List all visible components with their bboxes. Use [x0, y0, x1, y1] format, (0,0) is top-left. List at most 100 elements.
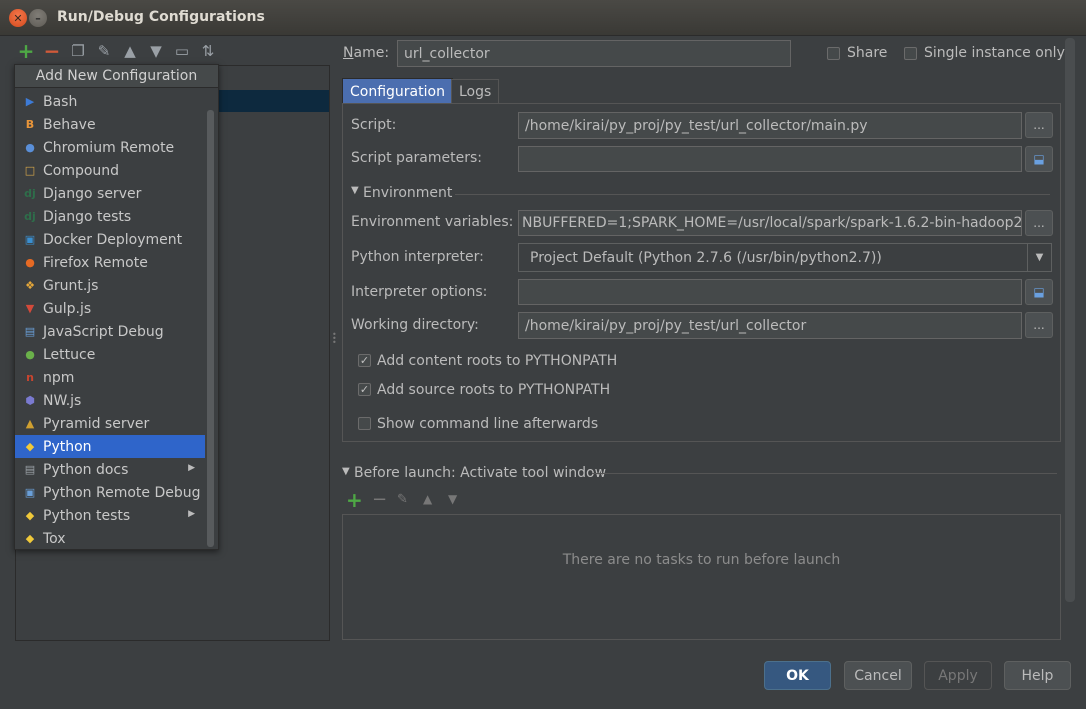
interpreter-options-label: Interpreter options:: [351, 284, 488, 300]
django-icon: dj: [24, 187, 36, 200]
popup-item-label: Python: [43, 438, 92, 455]
popup-item-python[interactable]: ◆ Python: [15, 435, 205, 458]
popup-item-label: Python Remote Debug: [43, 484, 201, 501]
cancel-button[interactable]: Cancel: [844, 661, 912, 690]
environment-section-label: Environment: [363, 185, 453, 201]
help-button[interactable]: Help: [1004, 661, 1071, 690]
popup-item-pyramid-server[interactable]: ▲ Pyramid server: [15, 412, 205, 435]
popup-item-behave[interactable]: B Behave: [15, 113, 205, 136]
nwjs-icon: ⬢: [25, 394, 35, 407]
apply-button[interactable]: Apply: [924, 661, 992, 690]
script-parameters-label: Script parameters:: [351, 150, 482, 166]
browse-script-button[interactable]: ...: [1025, 112, 1053, 138]
popup-item-chromium-remote[interactable]: ● Chromium Remote: [15, 136, 205, 159]
working-directory-label: Working directory:: [351, 317, 479, 333]
right-scrollbar[interactable]: [1065, 38, 1075, 602]
edit-task-icon[interactable]: ✎: [397, 492, 408, 507]
working-directory-input[interactable]: /home/kirai/py_proj/py_test/url_collecto…: [518, 312, 1022, 339]
popup-item-docker-deployment[interactable]: ▣ Docker Deployment: [15, 228, 205, 251]
popup-item-compound[interactable]: □ Compound: [15, 159, 205, 182]
add-source-roots-checkbox[interactable]: ✓: [358, 383, 371, 396]
python-remote-debug-icon: ▣: [24, 486, 36, 499]
popup-item-npm[interactable]: n npm: [15, 366, 205, 389]
popup-item-tox[interactable]: ◆ Tox: [15, 527, 205, 550]
bash-icon: ▶: [25, 95, 35, 108]
popup-item-label: Django tests: [43, 208, 132, 225]
move-task-down-icon[interactable]: ▼: [448, 492, 457, 506]
popup-item-gulp-js[interactable]: ▼ Gulp.js: [15, 297, 205, 320]
remove-task-icon[interactable]: −: [372, 489, 387, 510]
tox-icon: ◆: [25, 532, 35, 545]
popup-item-label: npm: [43, 369, 75, 386]
add-source-roots-label: Add source roots to PYTHONPATH: [377, 382, 611, 398]
add-content-roots-checkbox[interactable]: ✓: [358, 354, 371, 367]
popup-item-lettuce[interactable]: ● Lettuce: [15, 343, 205, 366]
expand-parameters-icon[interactable]: ⬓: [1025, 146, 1053, 172]
show-cmd-line-checkbox[interactable]: [358, 417, 371, 430]
interpreter-options-input[interactable]: [518, 279, 1022, 305]
popup-item-python-remote-debug[interactable]: ▣ Python Remote Debug: [15, 481, 205, 504]
edit-defaults-icon[interactable]: ✎: [94, 41, 114, 61]
remove-configuration-icon[interactable]: −: [42, 39, 62, 63]
popup-item-label: Django server: [43, 185, 142, 202]
copy-configuration-icon[interactable]: ❐: [68, 41, 88, 61]
expand-options-icon[interactable]: ⬓: [1025, 279, 1053, 305]
window-title: Run/Debug Configurations: [57, 9, 265, 25]
environment-divider: [455, 194, 1050, 195]
script-input[interactable]: /home/kirai/py_proj/py_test/url_collecto…: [518, 112, 1022, 139]
title-bar: ✕ – Run/Debug Configurations: [0, 0, 1086, 36]
python-icon: ◆: [25, 440, 35, 453]
splitter-handle[interactable]: • • •: [332, 331, 337, 347]
chromium-icon: ●: [25, 141, 35, 154]
name-input[interactable]: url_collector: [397, 40, 791, 67]
popup-item-django-tests[interactable]: dj Django tests: [15, 205, 205, 228]
popup-item-label: Python tests: [43, 507, 131, 524]
sort-icon[interactable]: ⇅: [198, 41, 218, 61]
popup-item-python-docs[interactable]: ▤ Python docs ▶: [15, 458, 205, 481]
tab-logs[interactable]: Logs: [451, 79, 500, 104]
popup-item-label: Grunt.js: [43, 277, 99, 294]
folder-icon[interactable]: ▭: [172, 41, 192, 61]
add-configuration-icon[interactable]: +: [16, 39, 36, 63]
ok-button[interactable]: OK: [764, 661, 831, 690]
environment-collapse-icon[interactable]: ▼: [351, 185, 359, 196]
before-launch-collapse-icon[interactable]: ▼: [342, 466, 350, 477]
move-task-up-icon[interactable]: ▲: [423, 492, 432, 506]
behave-icon: B: [25, 118, 35, 131]
config-toolbar: + − ❐ ✎ ▲ ▼ ▭ ⇅: [16, 39, 218, 63]
tab-configuration[interactable]: Configuration: [342, 78, 453, 104]
chevron-down-icon[interactable]: ▼: [1027, 244, 1051, 271]
popup-item-firefox-remote[interactable]: ● Firefox Remote: [15, 251, 205, 274]
move-up-icon[interactable]: ▲: [120, 41, 140, 61]
browse-working-dir-button[interactable]: ...: [1025, 312, 1053, 338]
popup-item-label: Behave: [43, 116, 96, 133]
single-instance-checkbox[interactable]: [904, 47, 917, 60]
share-checkbox[interactable]: [827, 47, 840, 60]
popup-item-label: NW.js: [43, 392, 82, 409]
popup-item-javascript-debug[interactable]: ▤ JavaScript Debug: [15, 320, 205, 343]
compound-icon: □: [24, 164, 36, 177]
python-interpreter-label: Python interpreter:: [351, 249, 484, 265]
before-launch-divider: [592, 473, 1057, 474]
popup-item-django-server[interactable]: dj Django server: [15, 182, 205, 205]
popup-scrollbar[interactable]: [207, 110, 214, 547]
popup-item-label: Gulp.js: [43, 300, 92, 317]
name-label: Name:: [343, 45, 390, 61]
popup-item-grunt-js[interactable]: ❖ Grunt.js: [15, 274, 205, 297]
python-interpreter-select[interactable]: Project Default (Python 2.7.6 (/usr/bin/…: [518, 243, 1052, 272]
popup-item-nw-js[interactable]: ⬢ NW.js: [15, 389, 205, 412]
minimize-window-button[interactable]: –: [29, 9, 47, 27]
script-parameters-input[interactable]: [518, 146, 1022, 172]
popup-item-label: Pyramid server: [43, 415, 150, 432]
popup-item-bash[interactable]: ▶ Bash: [15, 90, 205, 113]
popup-item-python-tests[interactable]: ◆ Python tests ▶: [15, 504, 205, 527]
move-down-icon[interactable]: ▼: [146, 41, 166, 61]
before-launch-task-list[interactable]: There are no tasks to run before launch: [342, 514, 1061, 640]
add-task-icon[interactable]: +: [346, 488, 363, 512]
env-vars-input[interactable]: NBUFFERED=1;SPARK_HOME=/usr/local/spark/…: [518, 210, 1022, 236]
edit-env-vars-button[interactable]: ...: [1025, 210, 1053, 236]
popup-item-label: JavaScript Debug: [43, 323, 164, 340]
python-tests-icon: ◆: [25, 509, 35, 522]
django-tests-icon: dj: [24, 210, 36, 223]
close-window-button[interactable]: ✕: [9, 9, 27, 27]
